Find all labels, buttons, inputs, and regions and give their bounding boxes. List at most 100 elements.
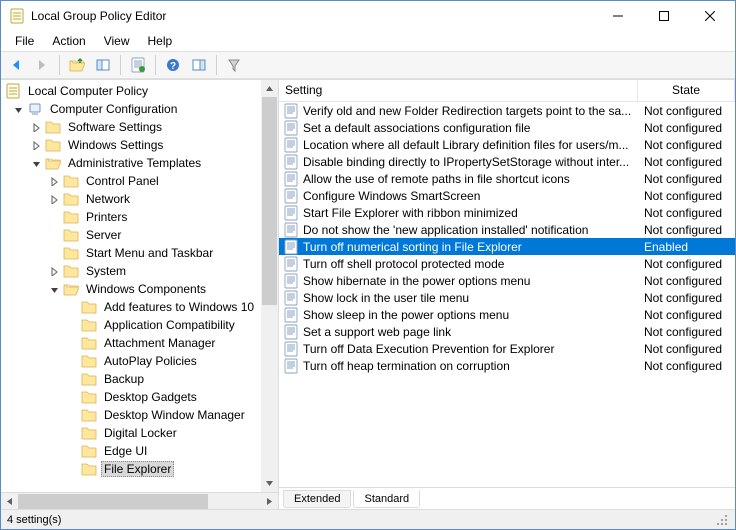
- help-button[interactable]: ?: [162, 54, 184, 76]
- titlebar[interactable]: Local Group Policy Editor: [1, 1, 735, 31]
- list-item[interactable]: Show sleep in the power options menuNot …: [279, 306, 735, 323]
- policy-icon: [283, 273, 299, 289]
- tree-wc-item[interactable]: Attachment Manager: [1, 334, 278, 352]
- tree-wc-item[interactable]: File Explorer: [1, 460, 278, 478]
- tree-scrollbar-horizontal[interactable]: [1, 492, 278, 509]
- menu-file[interactable]: File: [7, 32, 42, 50]
- expander-icon[interactable]: [49, 266, 60, 277]
- properties-button[interactable]: [127, 54, 149, 76]
- list-item[interactable]: Show lock in the user tile menuNot confi…: [279, 289, 735, 306]
- filter-button[interactable]: [223, 54, 245, 76]
- policy-icon: [283, 222, 299, 238]
- scroll-track[interactable]: [261, 97, 278, 475]
- list-item[interactable]: Set a default associations configuration…: [279, 119, 735, 136]
- status-text: 4 setting(s): [7, 514, 61, 526]
- tree-label: Desktop Window Manager: [101, 408, 248, 422]
- expander-icon[interactable]: [49, 194, 60, 205]
- tree-server[interactable]: Server: [1, 226, 278, 244]
- tree-root[interactable]: Local Computer Policy: [1, 82, 278, 100]
- scroll-thumb[interactable]: [262, 97, 277, 305]
- folder-icon: [81, 299, 97, 315]
- forward-button[interactable]: [31, 54, 53, 76]
- tree-label: Local Computer Policy: [25, 84, 151, 98]
- tree-wc-item[interactable]: Backup: [1, 370, 278, 388]
- expander-icon[interactable]: [31, 158, 42, 169]
- expander-icon[interactable]: [13, 104, 24, 115]
- scroll-track[interactable]: [18, 493, 261, 510]
- tree-computer-configuration[interactable]: Computer Configuration: [1, 100, 278, 118]
- list-item[interactable]: Allow the use of remote paths in file sh…: [279, 170, 735, 187]
- show-hide-action-button[interactable]: [188, 54, 210, 76]
- folder-icon: [81, 353, 97, 369]
- menu-view[interactable]: View: [96, 32, 138, 50]
- scroll-up-button[interactable]: [261, 80, 278, 97]
- list-item[interactable]: Start File Explorer with ribbon minimize…: [279, 204, 735, 221]
- list-item[interactable]: Configure Windows SmartScreenNot configu…: [279, 187, 735, 204]
- tree-printers[interactable]: Printers: [1, 208, 278, 226]
- scroll-right-button[interactable]: [261, 493, 278, 510]
- list-item-setting: Set a default associations configuration…: [303, 121, 638, 135]
- list-item-state: Not configured: [638, 172, 735, 186]
- tree-wc-item[interactable]: Application Compatibility: [1, 316, 278, 334]
- expander-icon[interactable]: [31, 122, 42, 133]
- tree-windows-components[interactable]: Windows Components: [1, 280, 278, 298]
- column-state[interactable]: State: [638, 80, 735, 101]
- tree-wc-item[interactable]: Edge UI: [1, 442, 278, 460]
- tree-windows-settings[interactable]: Windows Settings: [1, 136, 278, 154]
- tree-label: Edge UI: [101, 444, 150, 458]
- list-item[interactable]: Turn off Data Execution Prevention for E…: [279, 340, 735, 357]
- back-button[interactable]: [5, 54, 27, 76]
- scroll-left-button[interactable]: [1, 493, 18, 510]
- list-item-setting: Show sleep in the power options menu: [303, 308, 638, 322]
- tree-network[interactable]: Network: [1, 190, 278, 208]
- list-item[interactable]: Turn off numerical sorting in File Explo…: [279, 238, 735, 255]
- list-item[interactable]: Do not show the 'new application install…: [279, 221, 735, 238]
- resize-grip-icon[interactable]: [715, 513, 729, 527]
- list-item[interactable]: Set a support web page linkNot configure…: [279, 323, 735, 340]
- policy-list[interactable]: Verify old and new Folder Redirection ta…: [279, 102, 735, 487]
- tree-software-settings[interactable]: Software Settings: [1, 118, 278, 136]
- list-item-setting: Show hibernate in the power options menu: [303, 274, 638, 288]
- list-item[interactable]: Verify old and new Folder Redirection ta…: [279, 102, 735, 119]
- list-item[interactable]: Turn off shell protocol protected modeNo…: [279, 255, 735, 272]
- tab-standard[interactable]: Standard: [353, 490, 420, 508]
- expander-icon[interactable]: [49, 176, 60, 187]
- list-item[interactable]: Disable binding directly to IPropertySet…: [279, 153, 735, 170]
- list-item[interactable]: Location where all default Library defin…: [279, 136, 735, 153]
- policy-icon: [283, 256, 299, 272]
- expander-icon[interactable]: [49, 284, 60, 295]
- folder-open-icon: [45, 155, 61, 171]
- scroll-thumb[interactable]: [18, 494, 208, 509]
- list-item-setting: Configure Windows SmartScreen: [303, 189, 638, 203]
- list-item-setting: Turn off heap termination on corruption: [303, 359, 638, 373]
- folder-icon: [63, 227, 79, 243]
- list-item[interactable]: Show hibernate in the power options menu…: [279, 272, 735, 289]
- tree-wc-item[interactable]: Add features to Windows 10: [1, 298, 278, 316]
- show-hide-tree-button[interactable]: [92, 54, 114, 76]
- tree-system[interactable]: System: [1, 262, 278, 280]
- tree-label: Add features to Windows 10: [101, 300, 257, 314]
- tree-wc-item[interactable]: Digital Locker: [1, 424, 278, 442]
- tab-extended[interactable]: Extended: [283, 490, 351, 508]
- list-item[interactable]: Turn off heap termination on corruptionN…: [279, 357, 735, 374]
- tree-start-menu-taskbar[interactable]: Start Menu and Taskbar: [1, 244, 278, 262]
- tree-wc-item[interactable]: Desktop Window Manager: [1, 406, 278, 424]
- minimize-button[interactable]: [595, 1, 641, 31]
- menu-help[interactable]: Help: [140, 32, 181, 50]
- menu-action[interactable]: Action: [44, 32, 93, 50]
- close-button[interactable]: [687, 1, 733, 31]
- expander-icon[interactable]: [31, 140, 42, 151]
- maximize-button[interactable]: [641, 1, 687, 31]
- tree-control-panel[interactable]: Control Panel: [1, 172, 278, 190]
- tree-label: Software Settings: [65, 120, 165, 134]
- scroll-down-button[interactable]: [261, 475, 278, 492]
- list-item-state: Not configured: [638, 257, 735, 271]
- policy-tree[interactable]: Local Computer Policy Computer Configura…: [1, 80, 278, 492]
- tree-administrative-templates[interactable]: Administrative Templates: [1, 154, 278, 172]
- tree-wc-item[interactable]: AutoPlay Policies: [1, 352, 278, 370]
- view-tabs: Extended Standard: [279, 487, 735, 509]
- up-button[interactable]: [66, 54, 88, 76]
- column-setting[interactable]: Setting: [279, 80, 638, 101]
- tree-wc-item[interactable]: Desktop Gadgets: [1, 388, 278, 406]
- tree-scrollbar-vertical[interactable]: [261, 80, 278, 492]
